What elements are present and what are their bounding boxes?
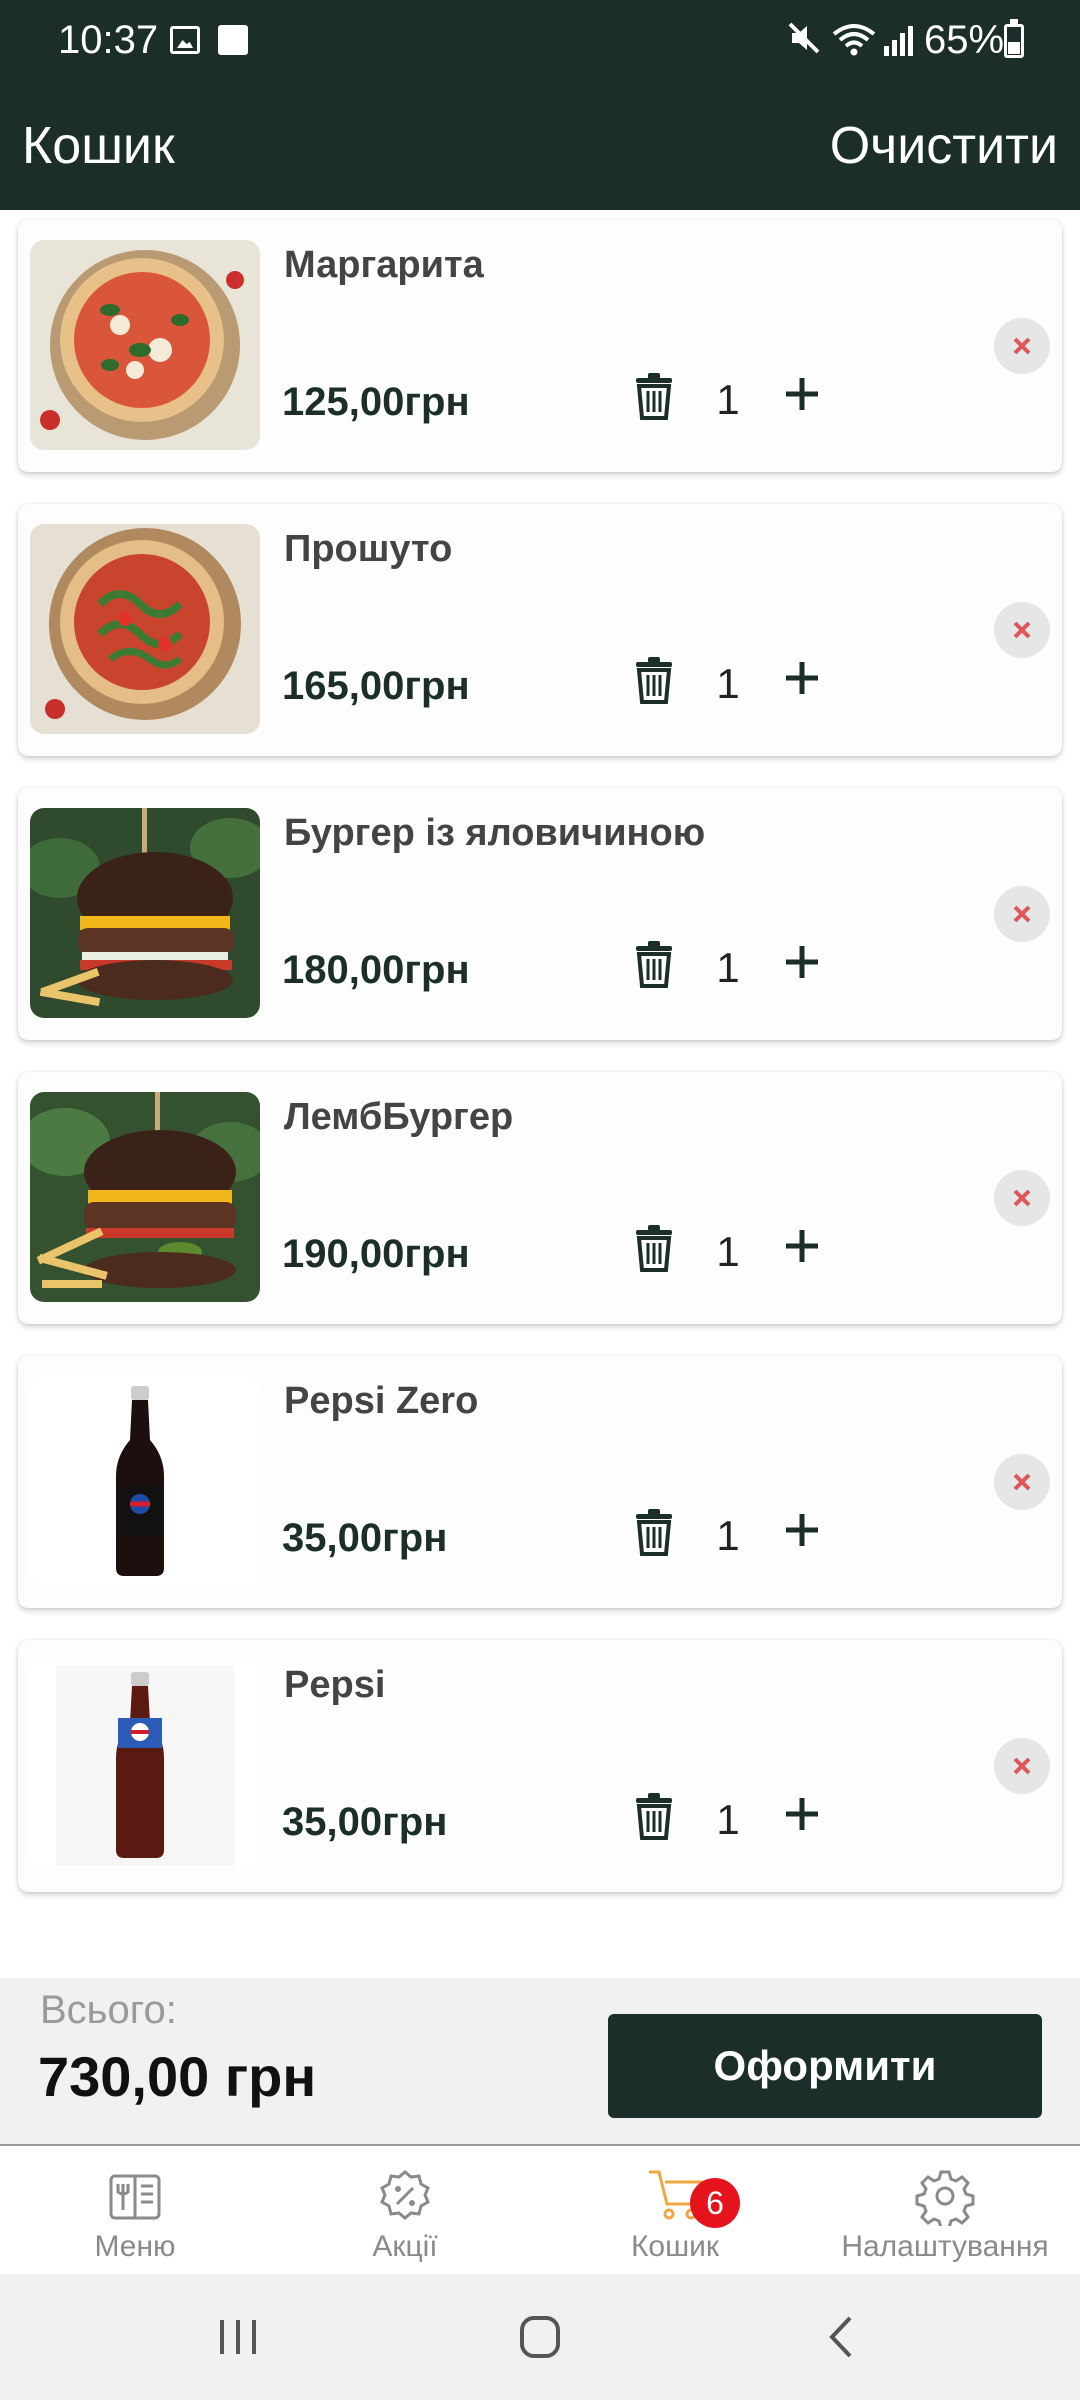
plus-icon[interactable]: [778, 654, 826, 702]
cart-item: ЛембБургер 190,00грн 1: [18, 1072, 1062, 1324]
cart-item: Pepsi 35,00грн 1: [18, 1640, 1062, 1892]
beef-burger-image: [30, 808, 260, 1018]
pizza-margherita-image: [30, 240, 260, 450]
cart-item: Маргарита 125,00грн 1: [18, 220, 1062, 472]
item-price: 35,00грн: [282, 1516, 448, 1560]
plus-icon[interactable]: [778, 938, 826, 986]
remove-item-icon[interactable]: [994, 1454, 1050, 1510]
plus-icon[interactable]: [778, 370, 826, 418]
bottom-nav: Меню Акції 6 Кошик Налаштування: [0, 2144, 1080, 2274]
item-name: Прошуто: [284, 528, 453, 570]
pepsi-zero-bottle-image: [30, 1376, 260, 1586]
trash-icon[interactable]: [632, 940, 676, 988]
item-price: 35,00грн: [282, 1800, 448, 1844]
status-time: 10:37: [58, 18, 159, 62]
trash-icon[interactable]: [632, 1508, 676, 1556]
gallery-notification-icon: [170, 26, 200, 54]
remove-item-icon[interactable]: [994, 1738, 1050, 1794]
item-price: 190,00грн: [282, 1232, 470, 1276]
page-title: Кошик: [22, 117, 175, 175]
plus-icon[interactable]: [778, 1790, 826, 1838]
item-price: 180,00грн: [282, 948, 470, 992]
app-notification-icon: [218, 25, 248, 55]
plus-icon[interactable]: [778, 1506, 826, 1554]
total-label: Всього:: [40, 1988, 177, 2032]
nav-label: Кошик: [630, 2230, 720, 2263]
pizza-prosciutto-image: [30, 524, 260, 734]
item-quantity: 1: [716, 944, 740, 991]
item-name: ЛембБургер: [284, 1096, 514, 1138]
nav-item-settings[interactable]: Налаштування: [810, 2146, 1080, 2276]
home-icon[interactable]: [480, 2274, 600, 2400]
remove-item-icon[interactable]: [994, 318, 1050, 374]
cart-item: Pepsi Zero 35,00грн 1: [18, 1356, 1062, 1608]
item-name: Pepsi Zero: [284, 1380, 479, 1422]
cart-item: Бургер із яловичиною 180,00грн 1: [18, 788, 1062, 1040]
nav-item-cart[interactable]: 6 Кошик: [540, 2146, 810, 2276]
app-bar: Кошик Очистити: [0, 82, 1080, 210]
wifi-icon: [832, 24, 876, 56]
item-name: Pepsi: [284, 1664, 386, 1706]
cart-item: Прошуто 165,00грн 1: [18, 504, 1062, 756]
gear-icon: [915, 2170, 975, 2226]
total-amount: 730,00 грн: [38, 2045, 317, 2108]
item-price: 165,00грн: [282, 664, 470, 708]
battery-icon: [1004, 19, 1024, 58]
lamb-burger-image: [30, 1092, 260, 1302]
remove-item-icon[interactable]: [994, 602, 1050, 658]
trash-icon[interactable]: [632, 656, 676, 704]
pepsi-bottle-image: [30, 1660, 260, 1870]
plus-icon[interactable]: [778, 1222, 826, 1270]
trash-icon[interactable]: [632, 1792, 676, 1840]
back-icon[interactable]: [782, 2274, 902, 2400]
signal-icon: [884, 26, 913, 56]
recent-apps-icon[interactable]: [178, 2274, 298, 2400]
mute-icon: [788, 22, 820, 54]
item-quantity: 1: [716, 1512, 740, 1559]
nav-label: Налаштування: [841, 2230, 1049, 2263]
item-price: 125,00грн: [282, 380, 470, 424]
nav-label: Акції: [372, 2230, 438, 2263]
item-name: Маргарита: [284, 244, 484, 286]
item-quantity: 1: [716, 1228, 740, 1275]
discount-icon: [380, 2170, 430, 2220]
checkout-button[interactable]: Оформити: [608, 2014, 1042, 2118]
nav-item-menu[interactable]: Меню: [0, 2146, 270, 2276]
item-name: Бургер із яловичиною: [284, 812, 706, 854]
clear-cart-button[interactable]: Очистити: [830, 116, 1058, 176]
system-nav-bar: [0, 2274, 1080, 2400]
item-quantity: 1: [716, 660, 740, 707]
nav-label: Меню: [94, 2230, 176, 2263]
menu-book-icon: [109, 2174, 161, 2220]
order-summary: Всього: 730,00 грн Оформити: [0, 1978, 1080, 2144]
trash-icon[interactable]: [632, 372, 676, 420]
remove-item-icon[interactable]: [994, 1170, 1050, 1226]
item-quantity: 1: [716, 1796, 740, 1843]
cart-count-badge: 6: [690, 2178, 740, 2228]
remove-item-icon[interactable]: [994, 886, 1050, 942]
status-bar: 10:37 65%: [0, 0, 1080, 82]
item-quantity: 1: [716, 376, 740, 423]
nav-item-promotions[interactable]: Акції: [270, 2146, 540, 2276]
trash-icon[interactable]: [632, 1224, 676, 1272]
battery-percentage: 65%: [924, 18, 1005, 62]
